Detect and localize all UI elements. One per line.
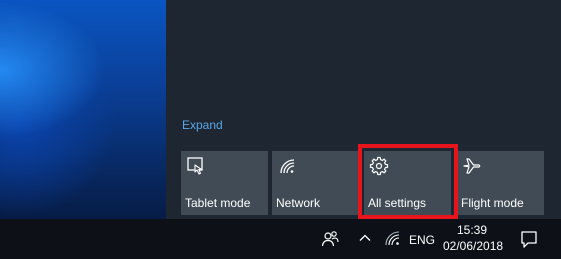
tablet-mode-tile[interactable]: Tablet mode xyxy=(181,151,268,215)
clock-date[interactable]: 02/06/2018 xyxy=(443,239,503,253)
people-icon[interactable] xyxy=(321,230,339,248)
desktop-wallpaper xyxy=(0,0,166,219)
flight-mode-tile[interactable]: Flight mode xyxy=(457,151,544,215)
notification-icon[interactable] xyxy=(519,229,539,249)
network-icon xyxy=(280,159,295,174)
all-settings-label: All settings xyxy=(368,196,427,210)
chevron-up-icon[interactable] xyxy=(358,231,372,245)
tablet-mode-icon xyxy=(187,157,203,175)
network-tile[interactable]: Network xyxy=(272,151,359,215)
clock-time[interactable]: 15:39 xyxy=(446,223,498,237)
expand-link[interactable]: Expand xyxy=(182,118,223,132)
tablet-mode-label: Tablet mode xyxy=(185,196,251,210)
flight-mode-label: Flight mode xyxy=(461,196,524,210)
language-indicator[interactable]: ENG xyxy=(409,233,435,247)
network-label: Network xyxy=(276,196,321,210)
all-settings-tile[interactable]: All settings xyxy=(364,151,451,215)
airplane-icon xyxy=(463,158,481,174)
wifi-icon[interactable] xyxy=(384,230,402,248)
gear-icon xyxy=(369,156,389,176)
